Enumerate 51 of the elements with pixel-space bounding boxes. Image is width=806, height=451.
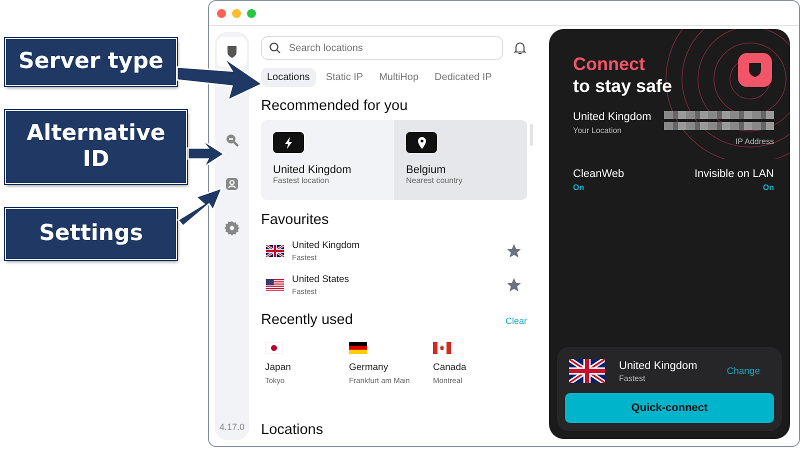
tab[interactable]: Locations bbox=[261, 68, 316, 87]
headline: Connect bbox=[573, 53, 645, 75]
version-label: 4.17.0 bbox=[219, 422, 245, 432]
feature-name: CleanWeb bbox=[573, 168, 624, 180]
tab[interactable]: Static IP bbox=[320, 68, 370, 87]
country-name[interactable]: Germany bbox=[349, 362, 433, 373]
germany-flag-icon bbox=[349, 342, 367, 354]
tab[interactable]: MultiHop bbox=[373, 68, 425, 87]
minimize-button[interactable] bbox=[232, 8, 241, 18]
country-name[interactable]: United Kingdom bbox=[292, 240, 499, 251]
japan-flag-icon bbox=[265, 342, 283, 354]
callout-label: Server type bbox=[5, 38, 177, 86]
location-name: United Kingdom bbox=[573, 111, 652, 123]
country-name: United Kingdom bbox=[619, 360, 698, 372]
server-detail: Fastest bbox=[619, 374, 646, 382]
zoom-button[interactable] bbox=[247, 8, 256, 18]
callout-label: Alternative ID bbox=[5, 110, 187, 184]
feature-status[interactable]: On bbox=[762, 183, 774, 192]
location-label: Your Location bbox=[573, 126, 623, 135]
close-button[interactable] bbox=[217, 8, 226, 18]
section-heading: Recommended for you bbox=[261, 98, 409, 114]
recommendation-card[interactable]: United Kingdom Fastest location bbox=[261, 120, 394, 200]
uk-flag-icon bbox=[266, 245, 284, 257]
star-icon[interactable] bbox=[507, 278, 521, 292]
canada-flag-icon bbox=[433, 342, 451, 354]
search-field[interactable]: Search locations bbox=[261, 36, 503, 60]
quick-connect-button[interactable]: Quick-connect bbox=[565, 393, 774, 423]
lightning-icon bbox=[284, 136, 294, 148]
location-pin-icon bbox=[416, 136, 426, 148]
change-link[interactable]: Change bbox=[720, 364, 766, 378]
section-heading: Locations bbox=[261, 422, 324, 438]
search-icon bbox=[269, 42, 281, 54]
us-flag-icon bbox=[266, 279, 284, 291]
country-name[interactable]: Japan bbox=[265, 362, 349, 373]
section-heading: Recently used bbox=[261, 312, 353, 328]
subheadline: to stay safe bbox=[573, 75, 672, 97]
recommendation-card[interactable]: Belgium Nearest country bbox=[394, 120, 527, 200]
callout-label: Settings bbox=[5, 208, 177, 260]
feature-status[interactable]: On bbox=[573, 183, 624, 192]
shield-icon[interactable] bbox=[217, 37, 247, 67]
country-name[interactable]: United States bbox=[292, 274, 499, 285]
ip-label: IP Address bbox=[735, 137, 774, 146]
uk-flag-icon bbox=[569, 359, 605, 383]
star-icon[interactable] bbox=[507, 244, 521, 258]
feature-name: Invisible on LAN bbox=[694, 168, 774, 180]
section-heading: Favourites bbox=[261, 212, 330, 228]
bell-icon[interactable] bbox=[513, 41, 527, 55]
logo-icon bbox=[738, 53, 772, 87]
search-input[interactable]: Search locations bbox=[287, 42, 495, 54]
country-name[interactable]: Canada bbox=[433, 362, 517, 373]
tab[interactable]: Dedicated IP bbox=[428, 68, 498, 87]
